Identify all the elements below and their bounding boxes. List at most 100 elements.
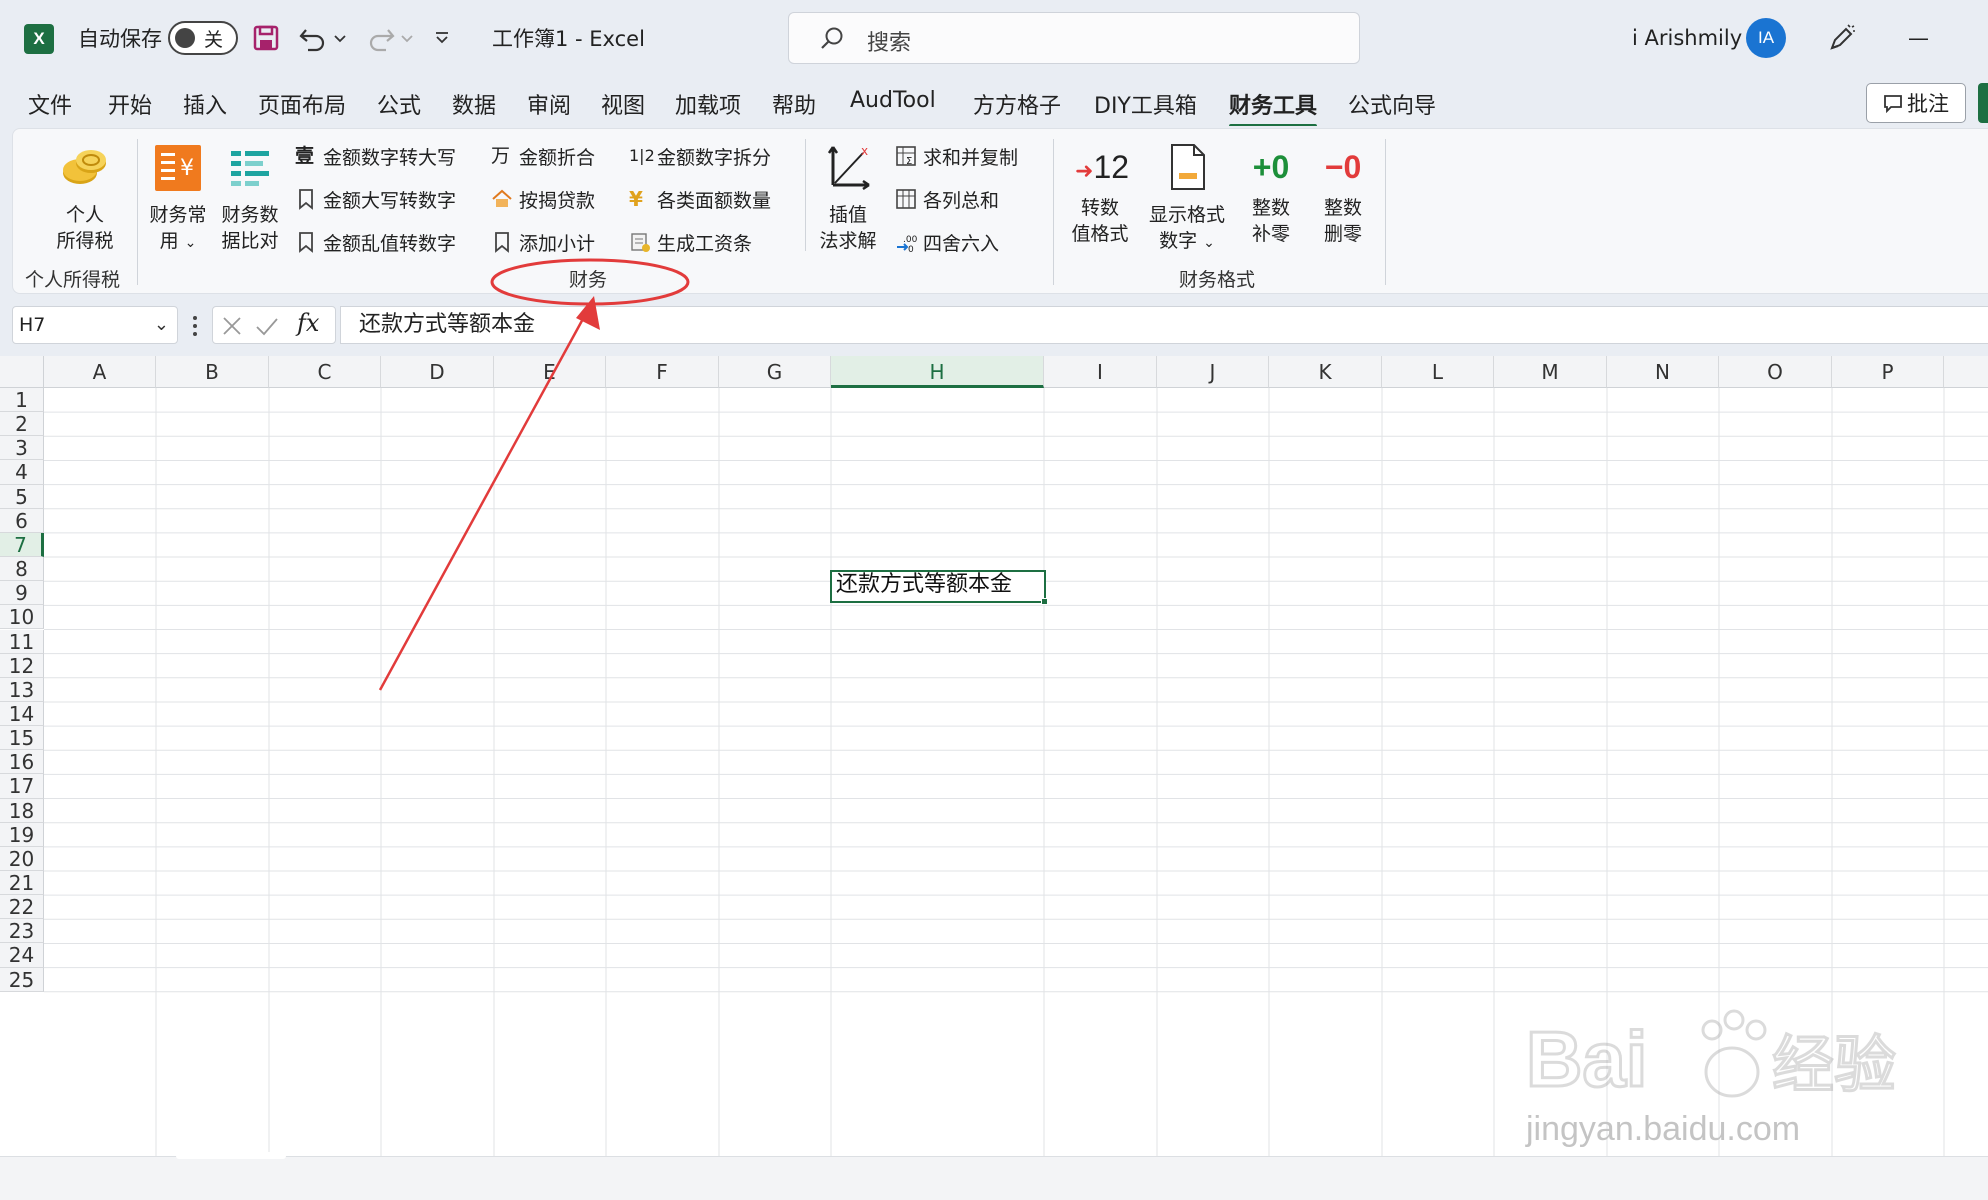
column-header[interactable]: N [1607,356,1719,388]
row-header[interactable]: 1 [0,388,44,413]
row-header[interactable]: 11 [0,629,44,654]
row-header[interactable]: 18 [0,798,44,823]
amount-convert-button[interactable]: 万 金额折合 [491,141,595,171]
tab-data[interactable]: 数据 [452,88,496,120]
finance-compare-button[interactable]: 财务数 据比对 [215,143,285,254]
integer-pad-zero-button[interactable]: +0 整数 补零 [1239,143,1303,247]
confirm-icon[interactable] [255,315,279,337]
column-header[interactable]: G [719,356,831,388]
add-subtotal-button[interactable]: 添加小计 [491,227,595,257]
column-header[interactable]: M [1494,356,1607,388]
column-header[interactable]: C [269,356,381,388]
row-header[interactable]: 13 [0,677,44,702]
column-header[interactable]: J [1157,356,1269,388]
row-header[interactable]: 22 [0,895,44,920]
display-format-button[interactable]: 显示格式 数字 ⌄ [1139,143,1235,256]
tab-audtool[interactable]: AudTool [850,88,936,113]
sum-copy-button[interactable]: Σ 求和并复制 [895,141,1018,171]
worksheet-grid[interactable]: A B C D E F G H I J K L M N O P 12345678… [0,356,1988,1156]
row-header[interactable]: 2 [0,412,44,437]
row-header[interactable]: 23 [0,919,44,944]
column-header[interactable]: O [1719,356,1832,388]
cancel-icon[interactable] [221,315,243,337]
chevron-down-icon[interactable]: ⌄ [154,307,169,343]
row-header[interactable]: 25 [0,967,44,992]
row-header[interactable]: 15 [0,726,44,751]
undo-dropdown-icon[interactable] [334,34,346,44]
tab-insert[interactable]: 插入 [183,88,227,120]
column-header[interactable]: E [494,356,606,388]
column-header-selected[interactable]: H [831,356,1044,388]
convert-value-format-button[interactable]: ➜12 转数 值格式 [1063,143,1137,247]
column-header[interactable]: L [1382,356,1494,388]
column-header[interactable]: B [156,356,269,388]
tab-view[interactable]: 视图 [601,88,645,120]
name-box[interactable]: H7 ⌄ [12,306,178,344]
row-header[interactable]: 6 [0,508,44,533]
row-header[interactable]: 5 [0,484,44,509]
insert-function-icon[interactable]: fx [297,309,319,337]
more-options-icon[interactable] [188,314,202,338]
tab-formulas[interactable]: 公式 [377,88,421,120]
redo-icon[interactable] [366,24,396,52]
minimize-button[interactable]: — [1908,0,1929,76]
row-header[interactable]: 4 [0,460,44,485]
tab-help[interactable]: 帮助 [772,88,816,120]
amount-split-button[interactable]: 1|2 金额数字拆分 [629,141,771,171]
tab-formula-wizard[interactable]: 公式向导 [1348,88,1436,120]
tab-file[interactable]: 文件 [28,88,72,120]
share-button-edge[interactable] [1978,83,1988,123]
tab-diy[interactable]: DIY工具箱 [1094,88,1197,120]
tab-fangfang[interactable]: 方方格子 [973,88,1061,120]
user-name[interactable]: i Arishmily [1632,0,1742,76]
select-all-corner[interactable] [0,356,44,388]
tab-finance-tools[interactable]: 财务工具 [1229,88,1318,128]
row-header[interactable]: 17 [0,774,44,799]
column-header[interactable]: A [44,356,156,388]
search-input[interactable]: 搜索 [788,12,1360,64]
row-header[interactable]: 12 [0,653,44,678]
tab-page-layout[interactable]: 页面布局 [258,88,346,120]
comment-button[interactable]: 批注 [1866,83,1966,123]
formula-input[interactable]: 还款方式等额本金 [340,306,1988,344]
mortgage-button[interactable]: 按揭贷款 [491,184,595,214]
row-header[interactable]: 21 [0,871,44,896]
row-header[interactable]: 9 [0,581,44,606]
customize-toolbar-icon[interactable] [434,30,450,46]
tab-review[interactable]: 审阅 [527,88,571,120]
column-header-partial[interactable] [1944,356,1988,388]
column-header[interactable]: K [1269,356,1382,388]
fill-handle[interactable] [1041,598,1048,605]
garbled-to-number-button[interactable]: 金额乱值转数字 [295,227,456,257]
column-header[interactable]: I [1044,356,1157,388]
denomination-count-button[interactable]: ¥ 各类面额数量 [629,184,771,214]
redo-dropdown-icon[interactable] [401,34,413,44]
pen-icon[interactable] [1826,22,1858,54]
avatar[interactable]: IA [1746,18,1786,58]
personal-tax-button[interactable]: 个人 所得税 [35,143,135,254]
round-half-even-button[interactable]: .00 0 四舍六入 [895,227,999,257]
interpolation-button[interactable]: x 插值 法求解 [813,143,883,254]
column-header[interactable]: D [381,356,494,388]
tab-home[interactable]: 开始 [108,88,152,120]
row-header[interactable]: 24 [0,943,44,968]
undo-icon[interactable] [298,24,328,52]
row-header[interactable]: 3 [0,436,44,461]
integer-remove-zero-button[interactable]: −0 整数 删零 [1311,143,1375,247]
row-header[interactable]: 8 [0,557,44,582]
autosave-toggle[interactable]: 关 [168,21,238,55]
column-header[interactable]: F [606,356,719,388]
tab-addins[interactable]: 加载项 [675,88,741,120]
row-header[interactable]: 10 [0,605,44,630]
amount-to-uppercase-button[interactable]: 壹 金额数字转大写 [295,141,456,171]
column-header[interactable]: P [1832,356,1944,388]
horizontal-scrollbar[interactable] [176,1152,286,1159]
uppercase-to-number-button[interactable]: 金额大写转数字 [295,184,456,214]
row-header[interactable]: 16 [0,750,44,775]
column-totals-button[interactable]: 各列总和 [895,184,999,214]
row-header-selected[interactable]: 7 [0,532,44,558]
save-icon[interactable] [252,24,280,52]
row-header[interactable]: 20 [0,846,44,871]
row-header[interactable]: 14 [0,701,44,727]
finance-common-button[interactable]: ¥ 财务常 用 ⌄ [143,143,213,256]
